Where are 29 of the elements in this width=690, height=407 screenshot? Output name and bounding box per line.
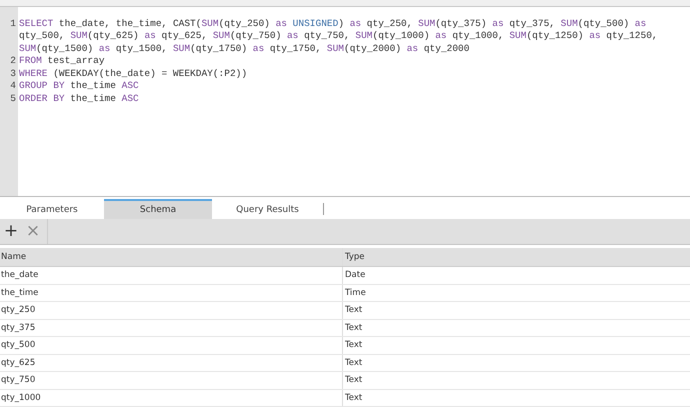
table-cell: Date <box>342 267 687 284</box>
table-cell-text: qty_1000 <box>0 392 42 405</box>
line-number: 4 <box>9 80 17 93</box>
table-cell-text: the_time <box>0 286 40 300</box>
table-cell-text: qty_375 <box>0 322 36 335</box>
code-line: GROUP BY the_time ASC <box>18 80 140 93</box>
table-cell: Text <box>342 372 687 388</box>
add-button[interactable]: + <box>1 220 21 242</box>
table-cell: Text <box>342 354 687 371</box>
table-cell: Text <box>342 337 687 354</box>
line-number: 5 <box>9 92 17 106</box>
table-cell: Text <box>342 390 687 406</box>
code-line: ORDER BY the_time ASC <box>18 92 140 106</box>
table-cell-text: qty_250 <box>0 304 36 318</box>
table-cell: Text <box>342 320 687 336</box>
column-header[interactable]: Name <box>0 248 342 266</box>
line-number: 2 <box>9 55 17 68</box>
table-cell-text: qty_750 <box>0 374 36 388</box>
tab[interactable]: Schema <box>104 198 212 219</box>
table-cell-text: qty_500 <box>0 339 36 352</box>
table-cell: Time <box>342 284 687 301</box>
line-number: 1 <box>9 18 17 31</box>
line-number: 3 <box>9 68 17 80</box>
table-cell: Text <box>342 302 687 318</box>
code-line: WHERE (WEEKDAY(the_date) = WEEKDAY(:P2)) <box>18 68 248 80</box>
code-line: FROM test_array <box>18 55 106 68</box>
table-cell-text: qty_625 <box>0 356 36 370</box>
table-cell-text: the_date <box>0 269 40 282</box>
column-header[interactable]: Type <box>342 248 687 266</box>
